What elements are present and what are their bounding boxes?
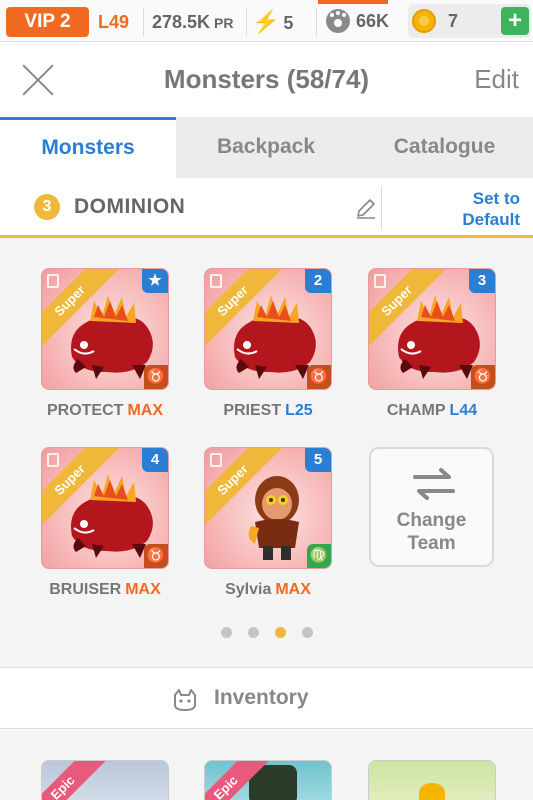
monster-level: L25 <box>285 402 313 419</box>
page-dot[interactable] <box>301 627 313 638</box>
gold-coin-icon <box>412 9 436 33</box>
element-icon: ♍ <box>307 544 331 568</box>
inventory-title: Inventory <box>214 686 309 709</box>
page-dot-active[interactable] <box>274 627 286 638</box>
power-rating-value: 278.5K <box>152 12 211 32</box>
page-indicator <box>0 625 533 639</box>
item-art <box>419 783 445 800</box>
slot-number-badge: 4 <box>142 448 168 472</box>
tab-monsters[interactable]: Monsters <box>0 117 176 178</box>
set-to-default-button[interactable]: Set to Default <box>400 188 520 230</box>
swap-arrows-icon <box>413 468 455 500</box>
monster-card-sylvia[interactable]: Super 5 ♍ <box>204 447 332 569</box>
inventory-item[interactable]: Epic <box>204 760 332 800</box>
document-icon <box>374 274 386 288</box>
monster-level: MAX <box>125 581 161 598</box>
add-gold-button[interactable]: + <box>501 7 529 35</box>
monster-card-bruiser[interactable]: Super 4 ♉ <box>41 447 169 569</box>
team-number-badge: 3 <box>34 194 60 220</box>
team-name: DOMINION <box>74 195 186 218</box>
tab-backpack[interactable]: Backpack <box>178 117 354 178</box>
status-divider <box>316 8 317 36</box>
slot-number-badge: 3 <box>469 269 495 293</box>
element-icon: ♉ <box>471 365 495 389</box>
star-icon: ★ <box>142 269 168 293</box>
monster-level: MAX <box>127 402 163 419</box>
document-icon <box>210 453 222 467</box>
nav-bar: Monsters (58/74) Edit <box>0 42 533 117</box>
energy-counter[interactable]: ⚡ 5 <box>252 6 293 38</box>
change-team-line1: Change <box>396 510 467 531</box>
status-bar: VIP 2 L49 278.5K PR ⚡ 5 66K 7 + <box>0 0 533 42</box>
monster-name: BRUISER <box>49 581 122 598</box>
paw-print-icon <box>326 9 350 33</box>
inventory-header[interactable]: Inventory <box>0 669 533 729</box>
monster-card-priest[interactable]: Super 2 ♉ <box>204 268 332 390</box>
status-divider <box>246 8 247 36</box>
page-dot[interactable] <box>220 627 232 638</box>
page-dot[interactable] <box>247 627 259 638</box>
document-icon <box>47 453 59 467</box>
monster-level: MAX <box>275 581 311 598</box>
set-to-default-line2: Default <box>462 210 520 229</box>
change-team-button[interactable]: Change Team <box>369 447 494 567</box>
slot-number-badge: 5 <box>305 448 331 472</box>
player-level: L49 <box>98 12 130 32</box>
team-header-divider <box>381 186 382 230</box>
set-to-default-line1: Set to <box>472 189 520 208</box>
tab-catalogue[interactable]: Catalogue <box>356 117 533 178</box>
document-icon <box>210 274 222 288</box>
energy-value: 5 <box>283 13 294 33</box>
monster-label: BRUISER MAX <box>25 581 185 599</box>
inventory-item[interactable] <box>368 760 496 800</box>
monster-name: PRIEST <box>223 402 282 419</box>
monster-level: L44 <box>449 402 478 419</box>
monster-label: Sylvia MAX <box>188 581 348 599</box>
tab-bar: Monsters Backpack Catalogue <box>0 117 533 178</box>
inventory-area: Epic Epic <box>0 730 533 800</box>
battle-points-value: 66K <box>356 11 390 31</box>
change-team-line2: Team <box>407 533 456 554</box>
monster-label: PRIEST L25 <box>188 402 348 420</box>
monster-name: CHAMP <box>386 402 446 419</box>
lightning-bolt-icon: ⚡ <box>252 9 280 34</box>
battle-points-counter[interactable]: 66K <box>318 0 405 42</box>
monster-label: CHAMP L44 <box>352 402 512 420</box>
monster-face-icon <box>174 689 196 711</box>
element-icon: ♉ <box>144 544 168 568</box>
gold-counter[interactable]: 7 + <box>408 4 531 38</box>
element-icon: ♉ <box>307 365 331 389</box>
change-team-label: Change Team <box>371 509 492 555</box>
monster-name: PROTECT <box>46 402 124 419</box>
battle-points-progress-bar <box>318 0 388 4</box>
monster-label: PROTECT MAX <box>25 402 185 420</box>
power-rating: 278.5K PR <box>152 6 234 38</box>
vip-badge[interactable]: VIP 2 <box>6 7 89 37</box>
monster-card-protect[interactable]: Super ★ ♉ <box>41 268 169 390</box>
monster-card-champ[interactable]: Super 3 ♉ <box>368 268 496 390</box>
rarity-ribbon: Epic <box>42 761 110 800</box>
monster-name: Sylvia <box>225 581 272 598</box>
team-header: 3 DOMINION Set to Default <box>0 178 533 238</box>
slot-number-badge: 2 <box>305 269 331 293</box>
document-icon <box>47 274 59 288</box>
page-title: Monsters (58/74) <box>163 64 370 94</box>
edit-button[interactable]: Edit <box>474 64 519 95</box>
gold-value: 7 <box>448 11 459 31</box>
status-divider <box>143 8 144 36</box>
pencil-icon[interactable] <box>354 196 378 220</box>
inventory-item[interactable]: Epic <box>41 760 169 800</box>
element-icon: ♉ <box>144 365 168 389</box>
power-rating-unit: PR <box>214 15 234 31</box>
